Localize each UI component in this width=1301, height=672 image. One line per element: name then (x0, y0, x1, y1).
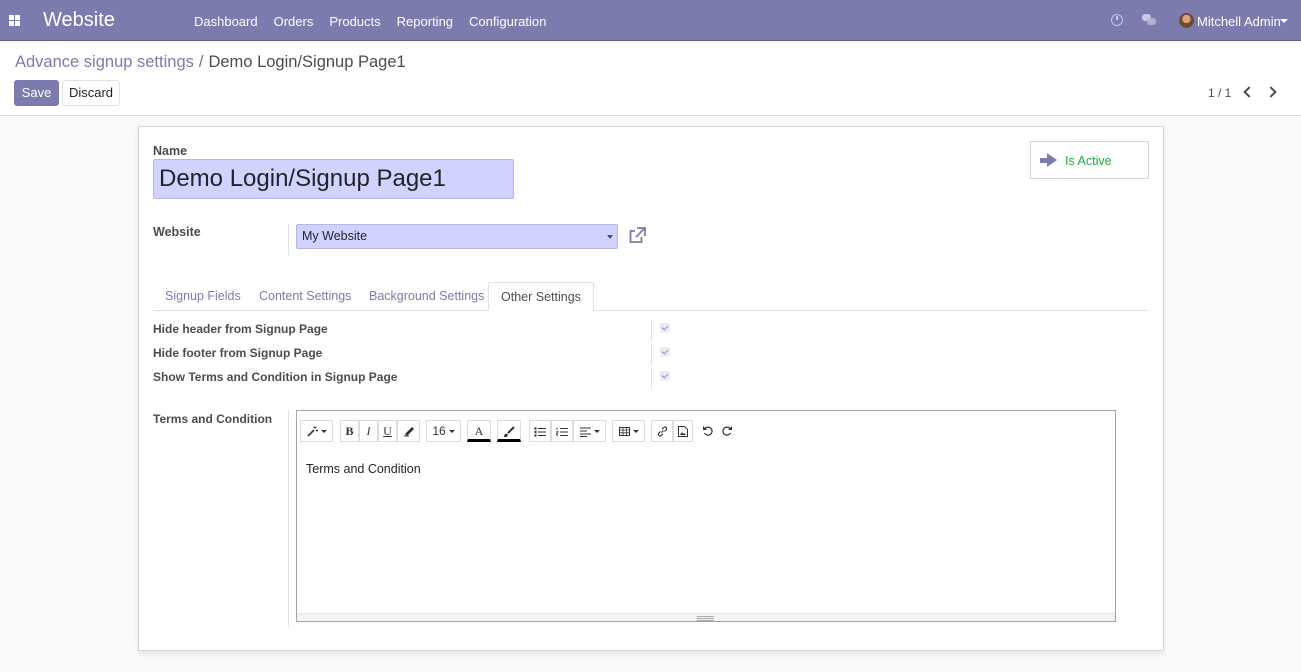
italic-icon[interactable]: I (359, 420, 378, 442)
hide-header-checkbox[interactable] (660, 323, 670, 333)
terms-editor[interactable]: B I U 16 A Terms and Condition (296, 410, 1116, 622)
image-icon[interactable] (673, 420, 693, 442)
arrow-right-icon (1040, 153, 1057, 167)
user-name[interactable]: Mitchell Admin (1197, 14, 1281, 29)
field-divider (651, 319, 652, 341)
apps-icon[interactable] (9, 15, 20, 26)
field-divider (651, 343, 652, 365)
bullet-list-icon[interactable] (529, 420, 551, 442)
tab-other-settings[interactable]: Other Settings (488, 282, 594, 311)
font-size-dropdown[interactable]: 16 (426, 420, 461, 442)
main-menu: Dashboard Orders Products Reporting Conf… (186, 14, 554, 29)
bold-icon[interactable]: B (340, 420, 359, 442)
align-dropdown-icon[interactable] (573, 420, 606, 442)
field-divider (288, 223, 289, 255)
text-color-icon[interactable]: A (467, 420, 491, 442)
app-title[interactable]: Website (43, 9, 115, 32)
redo-icon[interactable] (718, 420, 737, 442)
control-panel: Advance signup settings / Demo Login/Signu… (0, 41, 1301, 116)
breadcrumb: Advance signup settings / Demo Login/Signu… (15, 53, 406, 72)
hide-footer-checkbox[interactable] (660, 347, 670, 357)
hide-header-label: Hide header from Signup Page (153, 322, 328, 336)
show-terms-checkbox[interactable] (660, 371, 670, 381)
website-select-value: My Website (302, 229, 368, 243)
tab-signup-fields[interactable]: Signup Fields (153, 282, 253, 311)
underline-icon[interactable]: U (378, 420, 397, 442)
discard-button[interactable]: Discard (62, 80, 120, 106)
terms-label: Terms and Condition (153, 412, 273, 426)
notebook-tabs: Signup Fields Content Settings Backgroun… (153, 282, 1149, 311)
website-select[interactable]: My Website (296, 224, 618, 249)
name-label: Name (153, 144, 188, 158)
field-divider (651, 367, 652, 389)
menu-item-orders[interactable]: Orders (274, 14, 314, 29)
is-active-label: Is Active (1065, 154, 1112, 168)
website-label: Website (153, 225, 201, 239)
eraser-icon[interactable] (397, 420, 420, 442)
breadcrumb-current: Demo Login/Signup Page1 (208, 53, 406, 71)
field-divider (288, 410, 289, 627)
undo-icon[interactable] (698, 420, 717, 442)
top-navbar: Website Dashboard Orders Products Report… (0, 0, 1301, 41)
link-icon[interactable] (651, 420, 673, 442)
menu-item-products[interactable]: Products (329, 14, 380, 29)
tab-background-settings[interactable]: Background Settings (357, 282, 496, 311)
menu-item-reporting[interactable]: Reporting (397, 14, 453, 29)
font-size-value: 16 (432, 424, 446, 438)
tab-content-settings[interactable]: Content Settings (247, 282, 363, 311)
is-active-button[interactable]: Is Active (1030, 141, 1149, 179)
breadcrumb-separator: / (198, 53, 204, 71)
editor-toolbar: B I U 16 A (297, 411, 1115, 451)
clock-icon[interactable] (1111, 14, 1123, 26)
breadcrumb-parent[interactable]: Advance signup settings (15, 53, 194, 71)
caret-down-icon[interactable] (1280, 19, 1288, 23)
save-button[interactable]: Save (14, 80, 59, 106)
external-link-icon[interactable] (628, 227, 646, 244)
menu-item-dashboard[interactable]: Dashboard (194, 14, 258, 29)
chat-icon[interactable] (1142, 14, 1156, 25)
table-dropdown-icon[interactable] (612, 420, 645, 442)
form-sheet: Name Demo Login/Signup Page1 Is Active W… (138, 126, 1164, 651)
show-terms-label: Show Terms and Condition in Signup Page (153, 370, 398, 384)
caret-down-icon (607, 235, 613, 239)
style-dropdown-icon[interactable] (300, 420, 333, 442)
pager-next-icon[interactable] (1266, 86, 1278, 98)
avatar[interactable] (1179, 13, 1194, 28)
pager-value[interactable]: 1 / 1 (1208, 86, 1231, 100)
editor-resize-handle[interactable] (297, 613, 1115, 621)
menu-item-configuration[interactable]: Configuration (469, 14, 546, 29)
editor-content[interactable]: Terms and Condition (306, 462, 421, 476)
highlight-brush-icon[interactable] (497, 420, 521, 442)
pager-previous-icon[interactable] (1242, 86, 1254, 98)
numbered-list-icon[interactable] (551, 420, 573, 442)
name-input[interactable]: Demo Login/Signup Page1 (153, 159, 514, 199)
hide-footer-label: Hide footer from Signup Page (153, 346, 323, 360)
